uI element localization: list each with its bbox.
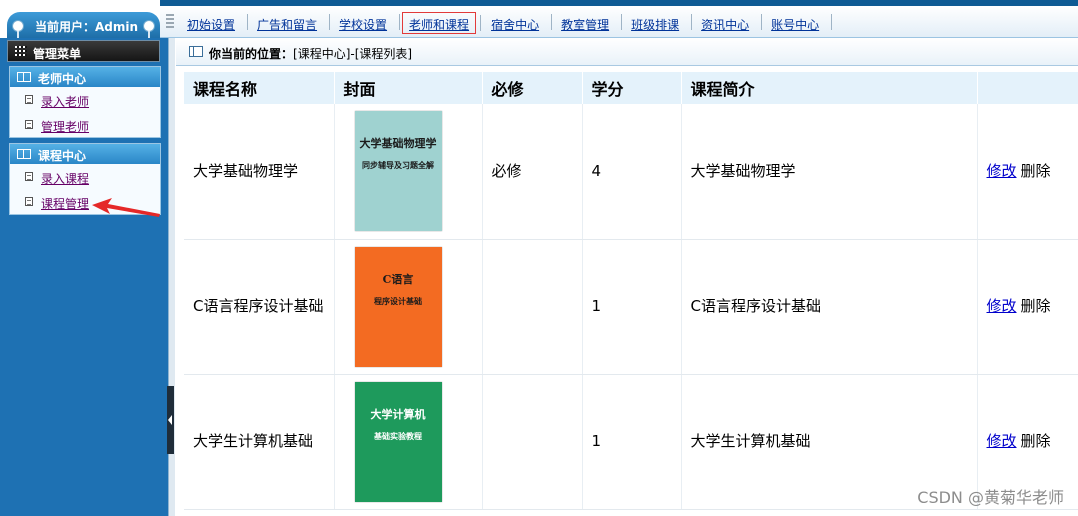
book-icon [17, 149, 31, 159]
table-row: C语言程序设计基础 C语言 程序设计基础 1 C语言程序设计基础 修改 删除 [184, 239, 1078, 375]
sidebar-item-add-teacher[interactable]: 录入老师 [10, 87, 160, 112]
nav-item[interactable]: 初始设置 [180, 12, 249, 34]
cover-cell: 大学基础物理学 同步辅导及习题全解 [334, 104, 483, 240]
book-icon [17, 72, 31, 82]
course-credit: 1 [582, 239, 682, 375]
pin-icon [143, 20, 155, 39]
course-table: 课程名称 封面 必修 学分 课程简介 大学基础物理学 大学基础物理学 同步辅导及习题… [184, 72, 1078, 510]
book-icon [189, 46, 203, 57]
row-actions: 修改 删除 [977, 239, 1078, 375]
collapse-sidebar-button[interactable] [167, 386, 174, 454]
menu-title: 管理菜单 [33, 47, 82, 61]
col-header-cover: 封面 [334, 72, 483, 104]
course-credit: 1 [582, 374, 682, 510]
panel-header[interactable]: 课程中心 [10, 144, 160, 164]
edit-link[interactable]: 修改 [987, 297, 1017, 315]
main-content: 你当前的位置：[课程中心]-[课程列表] 课程名称 封面 必修 学分 课程简介 … [176, 38, 1078, 516]
sidebar-item-manage-teacher[interactable]: 管理老师 [10, 112, 160, 137]
cover-title: 大学计算机 [370, 407, 426, 421]
course-name: C语言程序设计基础 [184, 239, 335, 375]
nav-item[interactable]: 教室管理 [554, 12, 623, 34]
sidebar-item-add-course[interactable]: 录入课程 [10, 164, 160, 189]
nav-item[interactable]: 账号中心 [764, 12, 833, 34]
cover-subtitle: 基础实验教程 [374, 430, 422, 441]
panel-teacher-center: 老师中心 录入老师 管理老师 [9, 66, 161, 138]
cover-title: 大学基础物理学 [359, 137, 437, 151]
nav-item[interactable]: 班级排课 [624, 12, 693, 34]
course-intro: 大学基础物理学 [681, 104, 978, 240]
col-header-name: 课程名称 [184, 72, 335, 104]
document-icon [25, 95, 33, 104]
drag-handle-icon [166, 14, 174, 30]
edit-link[interactable]: 修改 [987, 432, 1017, 450]
course-required [482, 239, 583, 375]
sidebar-link[interactable]: 管理老师 [41, 118, 89, 135]
panel-header[interactable]: 老师中心 [10, 67, 160, 87]
sidebar: 管理菜单 老师中心 录入老师 管理老师 课程中心 录入课程 课程管理 [0, 38, 168, 516]
document-icon [25, 197, 33, 206]
delete-link[interactable]: 删除 [1021, 162, 1051, 180]
course-required: 必修 [482, 104, 583, 240]
breadcrumb-prefix: 你当前的位置： [209, 47, 294, 61]
table-header-row: 课程名称 封面 必修 学分 课程简介 [184, 72, 1078, 104]
course-name: 大学生计算机基础 [184, 374, 335, 510]
col-header-actions [977, 72, 1078, 104]
breadcrumb-text: 你当前的位置：[课程中心]-[课程列表] [209, 45, 412, 62]
menu-header: 管理菜单 [7, 40, 160, 62]
delete-link[interactable]: 删除 [1021, 432, 1051, 450]
course-name: 大学基础物理学 [184, 104, 335, 240]
col-header-intro: 课程简介 [681, 72, 978, 104]
cover-cell: C语言程序设计基础 [334, 239, 483, 375]
nav-item[interactable]: 宿舍中心 [484, 12, 553, 34]
current-user-tab: 当前用户：Admin [7, 12, 160, 39]
sidebar-link[interactable]: 录入老师 [41, 93, 89, 110]
row-actions: 修改 删除 [977, 104, 1078, 240]
nav-item[interactable]: 广告和留言 [250, 12, 331, 34]
sidebar-link[interactable]: 课程管理 [41, 195, 89, 212]
top-bar: 当前用户：Admin 初始设置 广告和留言 学校设置 老师和课程 宿舍中心 教室管理 班级排… [0, 0, 1078, 39]
col-header-credit: 学分 [582, 72, 682, 104]
panel-title: 课程中心 [38, 149, 87, 163]
cover-subtitle: 程序设计基础 [374, 295, 422, 306]
nav-item[interactable]: 老师和课程 [402, 12, 482, 34]
course-required [482, 374, 583, 510]
course-cover-image: 大学计算机基础实验教程 [354, 381, 442, 502]
table-row: 大学基础物理学 大学基础物理学 同步辅导及习题全解 必修 4 大学基础物理学 修改 删除 [184, 104, 1078, 240]
cover-title: C语言 [382, 272, 414, 286]
red-arrow-annotation [92, 198, 160, 217]
col-header-required: 必修 [482, 72, 583, 104]
cover-subtitle: 同步辅导及习题全解 [362, 160, 434, 171]
pin-icon [12, 20, 24, 39]
current-user-label: 当前用户：Admin [35, 20, 139, 34]
course-cover-image: 大学基础物理学 同步辅导及习题全解 [354, 111, 442, 232]
course-intro: C语言程序设计基础 [681, 239, 978, 375]
document-icon [25, 172, 33, 181]
nav-item[interactable]: 资讯中心 [694, 12, 763, 34]
watermark: CSDN @黄菊华老师 [917, 488, 1064, 507]
course-credit: 4 [582, 104, 682, 240]
breadcrumb-path: [课程中心]-[课程列表] [293, 47, 413, 61]
breadcrumb: 你当前的位置：[课程中心]-[课程列表] [176, 38, 1078, 66]
cover-cell: 大学计算机基础实验教程 [334, 374, 483, 510]
top-nav: 初始设置 广告和留言 学校设置 老师和课程 宿舍中心 教室管理 班级排课 资讯中心 账号中心 [180, 11, 834, 35]
edit-link[interactable]: 修改 [987, 162, 1017, 180]
document-icon [25, 120, 33, 129]
course-table-wrapper: 课程名称 封面 必修 学分 课程简介 大学基础物理学 大学基础物理学 同步辅导及习题… [184, 72, 1078, 510]
course-cover-image: C语言程序设计基础 [354, 246, 442, 367]
grid-menu-icon [15, 46, 27, 58]
delete-link[interactable]: 删除 [1021, 297, 1051, 315]
panel-title: 老师中心 [38, 72, 87, 86]
sidebar-link[interactable]: 录入课程 [41, 170, 89, 187]
nav-item[interactable]: 学校设置 [332, 12, 401, 34]
